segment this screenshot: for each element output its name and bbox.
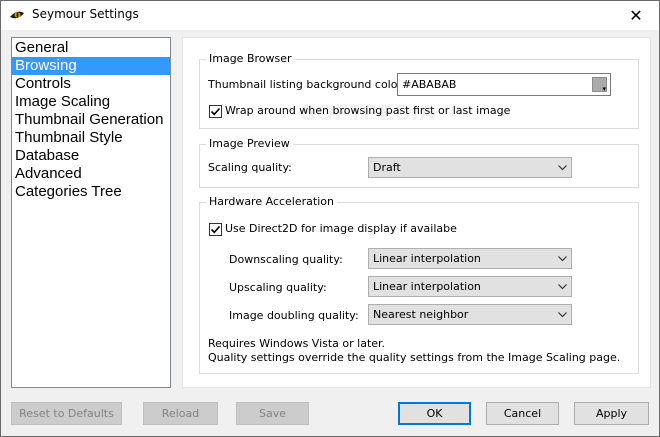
settings-window: Seymour Settings ✕ General Browsing Cont…	[0, 0, 660, 437]
chevron-down-icon	[558, 165, 567, 171]
nav-item-controls[interactable]: Controls	[12, 75, 170, 93]
chevron-down-icon	[558, 284, 567, 290]
group-title-image-preview: Image Preview	[206, 137, 293, 151]
reset-to-defaults-button[interactable]: Reset to Defaults	[11, 402, 122, 425]
hardware-acceleration-group: Hardware Acceleration Use Direct2D for i…	[199, 195, 639, 374]
title-bar[interactable]: Seymour Settings ✕	[1, 1, 659, 30]
bg-color-value: #ABABAB	[402, 78, 457, 91]
image-doubling-quality-label: Image doubling quality:	[229, 309, 359, 322]
nav-item-categories-tree[interactable]: Categories Tree	[12, 183, 170, 201]
nav-item-advanced[interactable]: Advanced	[12, 165, 170, 183]
close-icon: ✕	[629, 6, 643, 25]
window-title: Seymour Settings	[32, 7, 139, 21]
wrap-around-label[interactable]: Wrap around when browsing past first or …	[225, 104, 510, 118]
nav-item-database[interactable]: Database	[12, 147, 170, 165]
upscaling-quality-dropdown[interactable]: Linear interpolation	[368, 276, 572, 297]
checkmark-icon	[210, 225, 221, 234]
checkmark-icon	[210, 107, 221, 116]
bg-color-field[interactable]: #ABABAB ▾	[397, 73, 611, 96]
reload-button[interactable]: Reload	[143, 402, 218, 425]
downscaling-quality-label: Downscaling quality:	[229, 253, 343, 266]
eye-app-icon	[9, 8, 25, 22]
scaling-quality-dropdown[interactable]: Draft	[368, 157, 572, 178]
chevron-down-icon: ▾	[602, 85, 606, 93]
direct2d-checkbox[interactable]	[209, 223, 222, 236]
image-browser-group: Image Browser Thumbnail listing backgrou…	[199, 52, 639, 129]
nav-item-thumbnail-generation[interactable]: Thumbnail Generation	[12, 111, 170, 129]
wrap-around-checkbox[interactable]	[209, 105, 222, 118]
group-title-image-browser: Image Browser	[206, 52, 295, 66]
bg-color-label: Thumbnail listing background color:	[208, 78, 406, 91]
nav-item-browsing[interactable]: Browsing	[12, 57, 170, 75]
scaling-quality-label: Scaling quality:	[208, 161, 292, 174]
chevron-down-icon	[558, 312, 567, 318]
image-doubling-quality-value: Nearest neighbor	[373, 308, 469, 321]
scaling-quality-value: Draft	[373, 161, 401, 174]
direct2d-label[interactable]: Use Direct2D for image display if availa…	[225, 222, 457, 236]
chevron-down-icon	[558, 256, 567, 262]
apply-button[interactable]: Apply	[574, 402, 649, 425]
ok-button[interactable]: OK	[398, 402, 471, 425]
settings-content-panel: SOFTPEDIA Image Browser Thumbnail listin…	[182, 37, 651, 388]
save-button[interactable]: Save	[236, 402, 309, 425]
downscaling-quality-dropdown[interactable]: Linear interpolation	[368, 248, 572, 269]
nav-item-thumbnail-style[interactable]: Thumbnail Style	[12, 129, 170, 147]
cancel-button[interactable]: Cancel	[486, 402, 559, 425]
nav-item-image-scaling[interactable]: Image Scaling	[12, 93, 170, 111]
close-button[interactable]: ✕	[613, 1, 659, 30]
color-swatch[interactable]: ▾	[592, 77, 607, 93]
upscaling-quality-value: Linear interpolation	[373, 280, 481, 293]
settings-category-list[interactable]: General Browsing Controls Image Scaling …	[11, 37, 171, 388]
downscaling-quality-value: Linear interpolation	[373, 252, 481, 265]
upscaling-quality-label: Upscaling quality:	[229, 281, 327, 294]
requirements-note: Requires Windows Vista or later.	[208, 337, 386, 350]
image-preview-group: Image Preview Scaling quality: Draft	[199, 137, 639, 188]
image-doubling-quality-dropdown[interactable]: Nearest neighbor	[368, 304, 572, 325]
nav-item-general[interactable]: General	[12, 39, 170, 57]
override-note: Quality settings override the quality se…	[208, 351, 621, 364]
group-title-hardware-acceleration: Hardware Acceleration	[206, 195, 337, 209]
